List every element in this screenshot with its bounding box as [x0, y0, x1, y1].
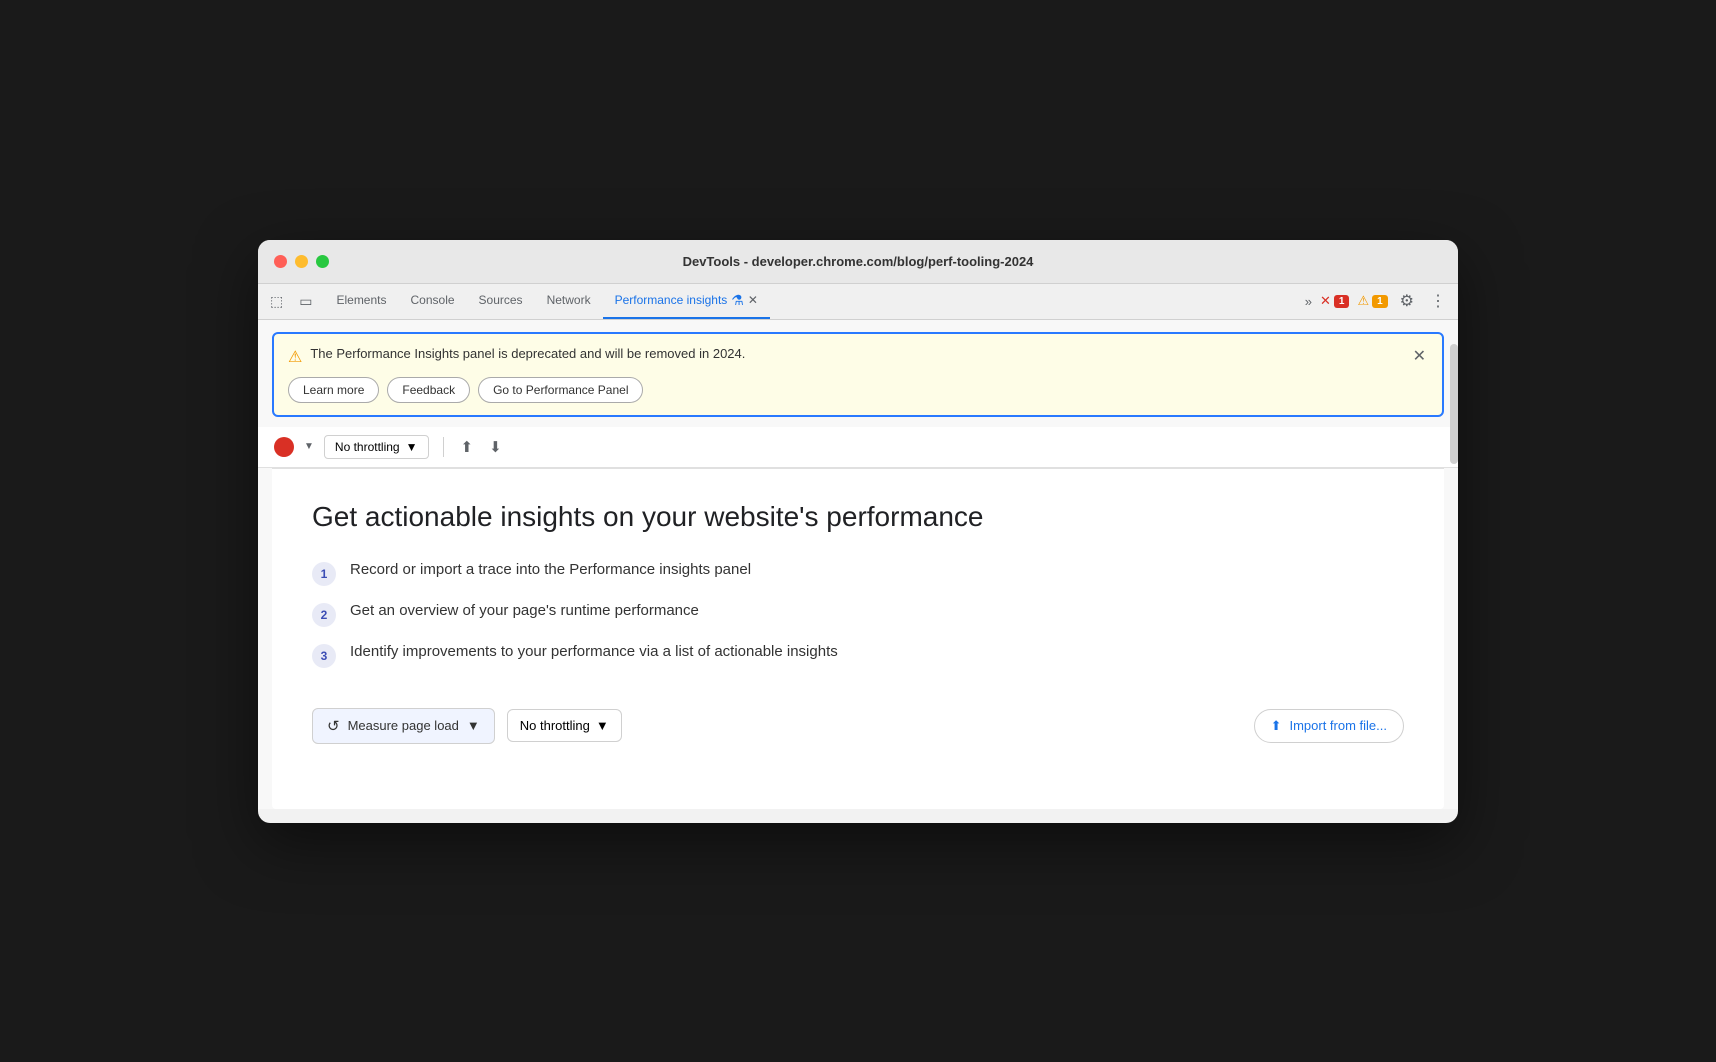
- warning-triangle-icon: ⚠: [288, 347, 302, 367]
- deprecation-message: ⚠ The Performance Insights panel is depr…: [288, 346, 1428, 367]
- error-badge-group: ✕ 1: [1320, 293, 1349, 309]
- record-dropdown-arrow[interactable]: ▼: [304, 441, 314, 452]
- measure-dropdown-arrow[interactable]: ▼: [467, 718, 480, 733]
- learn-more-button[interactable]: Learn more: [288, 377, 379, 403]
- step-number-2: 2: [312, 603, 336, 627]
- step-text-2: Get an overview of your page's runtime p…: [350, 602, 699, 619]
- tab-elements[interactable]: Elements: [324, 283, 398, 319]
- insights-heading: Get actionable insights on your website'…: [312, 501, 1404, 533]
- step-text-3: Identify improvements to your performanc…: [350, 643, 838, 660]
- device-icon[interactable]: ▭: [295, 289, 316, 314]
- window-title: DevTools - developer.chrome.com/blog/per…: [683, 254, 1034, 269]
- record-button[interactable]: [274, 437, 294, 457]
- go-to-panel-button[interactable]: Go to Performance Panel: [478, 377, 643, 403]
- tab-performance-insights[interactable]: Performance insights ⚗ ✕: [603, 283, 770, 319]
- inspect-icon[interactable]: ⬚: [266, 289, 287, 314]
- maximize-window-button[interactable]: [316, 255, 329, 268]
- tab-right-actions: » ✕ 1 ⚠ 1 ⚙ ⋮: [1305, 287, 1450, 315]
- throttle-arrow-icon: ▼: [406, 440, 418, 454]
- tab-console[interactable]: Console: [399, 283, 467, 319]
- title-bar: DevTools - developer.chrome.com/blog/per…: [258, 240, 1458, 284]
- window-buttons: [274, 255, 329, 268]
- steps-list: 1 Record or import a trace into the Perf…: [312, 561, 1404, 668]
- throttle-select-top[interactable]: No throttling ▼: [324, 435, 429, 459]
- bottom-toolbar: ↺ Measure page load ▼ No throttling ▼ ⬆ …: [312, 708, 1404, 744]
- tab-sources[interactable]: Sources: [467, 283, 535, 319]
- step-number-3: 3: [312, 644, 336, 668]
- list-item: 3 Identify improvements to your performa…: [312, 643, 1404, 668]
- flask-icon: ⚗: [731, 292, 744, 309]
- import-from-file-button[interactable]: ⬆ Import from file...: [1254, 709, 1404, 743]
- close-tab-icon[interactable]: ✕: [748, 293, 758, 307]
- throttle-bottom-arrow-icon: ▼: [596, 718, 609, 733]
- list-item: 1 Record or import a trace into the Perf…: [312, 561, 1404, 586]
- feedback-button[interactable]: Feedback: [387, 377, 470, 403]
- tab-bar: ⬚ ▭ Elements Console Sources Network Per…: [258, 284, 1458, 320]
- export-icon[interactable]: ⬆: [458, 435, 477, 459]
- devtools-panel: ⬚ ▭ Elements Console Sources Network Per…: [258, 284, 1458, 809]
- deprecation-banner-inner: ⚠ The Performance Insights panel is depr…: [288, 346, 1428, 403]
- devtools-icons: ⬚ ▭: [266, 289, 316, 314]
- list-item: 2 Get an overview of your page's runtime…: [312, 602, 1404, 627]
- error-count: 1: [1334, 295, 1350, 308]
- performance-toolbar: ▼ No throttling ▼ ⬆ ⬇: [258, 427, 1458, 468]
- step-number-1: 1: [312, 562, 336, 586]
- deprecation-text: The Performance Insights panel is deprec…: [310, 346, 745, 361]
- upload-icon: ⬆: [1271, 718, 1282, 734]
- close-window-button[interactable]: [274, 255, 287, 268]
- deprecation-buttons: Learn more Feedback Go to Performance Pa…: [288, 377, 1428, 403]
- more-options-icon[interactable]: ⋮: [1426, 287, 1450, 315]
- tab-network[interactable]: Network: [535, 283, 603, 319]
- warning-badge-group: ⚠ 1: [1357, 293, 1387, 309]
- minimize-window-button[interactable]: [295, 255, 308, 268]
- main-content: Get actionable insights on your website'…: [272, 469, 1444, 809]
- deprecation-banner: ⚠ The Performance Insights panel is depr…: [272, 332, 1444, 417]
- warning-count: 1: [1372, 295, 1388, 308]
- step-text-1: Record or import a trace into the Perfor…: [350, 561, 751, 578]
- toolbar-separator: [443, 437, 444, 457]
- refresh-icon: ↺: [327, 717, 340, 735]
- error-icon: ✕: [1320, 293, 1331, 309]
- settings-icon[interactable]: ⚙: [1396, 287, 1418, 315]
- measure-page-load-button[interactable]: ↺ Measure page load ▼: [312, 708, 495, 744]
- throttle-select-bottom[interactable]: No throttling ▼: [507, 709, 622, 742]
- scrollbar[interactable]: [1450, 344, 1458, 464]
- import-icon[interactable]: ⬇: [486, 435, 505, 459]
- warning-icon: ⚠: [1357, 293, 1369, 309]
- more-tabs-button[interactable]: »: [1305, 294, 1312, 309]
- close-banner-button[interactable]: ✕: [1407, 344, 1432, 368]
